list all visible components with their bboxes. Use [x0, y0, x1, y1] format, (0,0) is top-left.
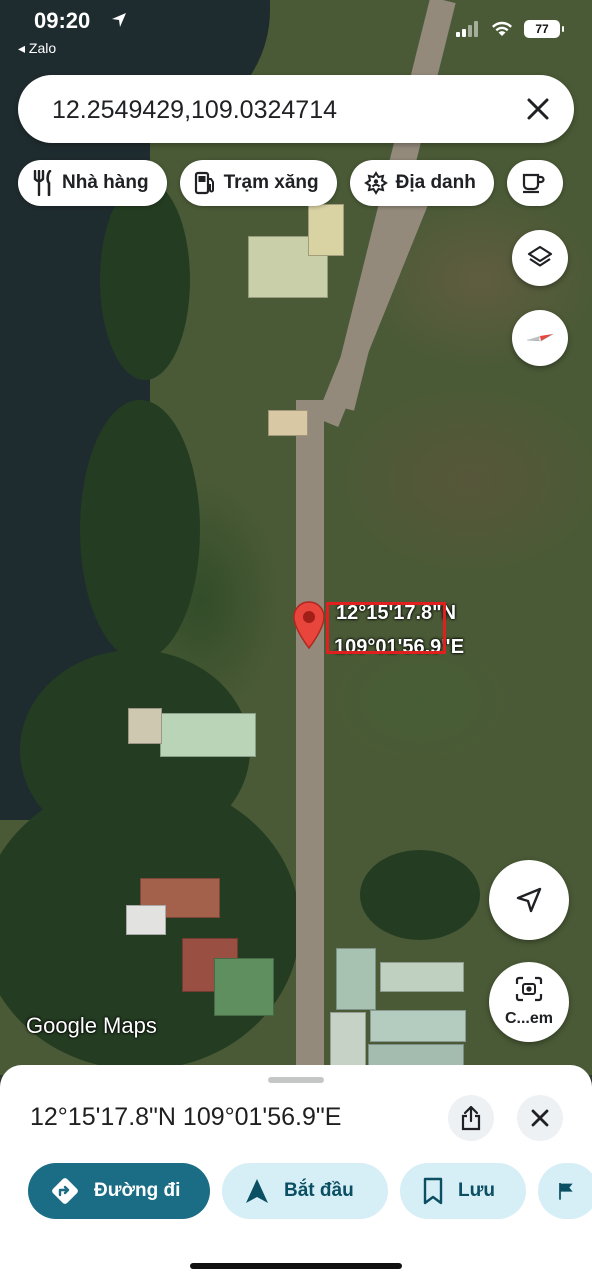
chip-landmarks[interactable]: Địa danh	[349, 160, 494, 206]
building-roof	[214, 958, 274, 1016]
compass-button[interactable]	[512, 310, 568, 366]
building-roof	[336, 948, 376, 1010]
home-indicator[interactable]	[190, 1263, 402, 1269]
status-icons: 77	[456, 20, 564, 38]
action-label: Đường đi	[94, 1180, 181, 1201]
place-title: 12°15'17.8"N 109°01'56.9"E	[30, 1103, 342, 1131]
camera-lens-button[interactable]: C...em	[489, 962, 569, 1042]
search-bar[interactable]: 12.2549429,109.0324714	[18, 75, 574, 143]
map-pin-icon[interactable]	[292, 600, 326, 655]
building-roof	[330, 1012, 366, 1072]
chip-label: Nhà hàng	[62, 172, 149, 193]
gas-station-icon	[194, 171, 214, 195]
close-sheet-button[interactable]	[517, 1095, 563, 1141]
building-roof	[160, 713, 256, 757]
navigation-icon	[246, 1179, 268, 1203]
category-chips: Nhà hàng Trạm xăng Địa danh	[18, 160, 563, 206]
close-icon[interactable]	[518, 89, 558, 129]
place-bottom-sheet[interactable]: 12°15'17.8"N 109°01'56.9"E Đường đi Bắt …	[0, 1065, 592, 1280]
chip-label: Trạm xăng	[223, 172, 319, 193]
camera-icon	[515, 976, 543, 1002]
tree-cluster	[360, 850, 480, 940]
coffee-icon	[522, 173, 545, 194]
action-label: Bắt đầu	[284, 1180, 354, 1201]
save-button[interactable]: Lưu	[400, 1163, 526, 1219]
close-icon	[531, 1109, 549, 1127]
tree-cluster	[80, 400, 200, 660]
building-roof	[128, 708, 162, 744]
tree-cluster	[100, 180, 190, 380]
report-button[interactable]	[538, 1163, 592, 1219]
status-time: 09:20	[34, 8, 91, 33]
compass-icon	[526, 333, 554, 342]
back-to-app-link[interactable]: ◂ Zalo	[18, 40, 56, 57]
building-roof	[126, 905, 166, 935]
chip-gas-stations[interactable]: Trạm xăng	[179, 160, 337, 206]
fork-knife-icon	[33, 170, 52, 196]
google-maps-watermark: Google Maps	[26, 1013, 157, 1038]
share-button[interactable]	[448, 1095, 494, 1141]
directions-button[interactable]: Đường đi	[28, 1163, 210, 1219]
building-roof	[268, 410, 308, 436]
drag-handle[interactable]	[268, 1077, 324, 1083]
chip-coffee[interactable]	[506, 160, 563, 206]
cellular-signal-icon	[456, 21, 478, 37]
landmark-icon	[363, 171, 388, 195]
lens-label: C...em	[504, 1010, 553, 1027]
my-location-button[interactable]	[489, 860, 569, 940]
wifi-icon	[492, 21, 512, 36]
navigation-arrow-icon	[516, 887, 542, 913]
action-buttons: Đường đi Bắt đầu Lưu	[28, 1163, 592, 1219]
flag-icon	[559, 1183, 573, 1200]
building-roof	[370, 1010, 466, 1042]
chip-restaurants[interactable]: Nhà hàng	[18, 160, 167, 206]
building-roof	[308, 204, 344, 256]
action-label: Lưu	[458, 1180, 495, 1201]
layers-button[interactable]	[512, 230, 568, 286]
share-icon	[461, 1105, 481, 1131]
location-arrow-icon	[112, 13, 126, 27]
building-roof	[380, 962, 464, 992]
search-input[interactable]: 12.2549429,109.0324714	[52, 96, 337, 125]
status-bar: 09:20 ◂ Zalo 77	[0, 0, 592, 60]
bookmark-icon	[423, 1177, 443, 1205]
battery-indicator: 77	[524, 20, 564, 38]
chip-label: Địa danh	[395, 172, 476, 193]
start-navigation-button[interactable]: Bắt đầu	[222, 1163, 388, 1219]
directions-icon	[52, 1178, 78, 1204]
annotation-highlight-box	[326, 602, 446, 654]
road	[296, 400, 324, 1075]
layers-icon	[527, 245, 553, 267]
